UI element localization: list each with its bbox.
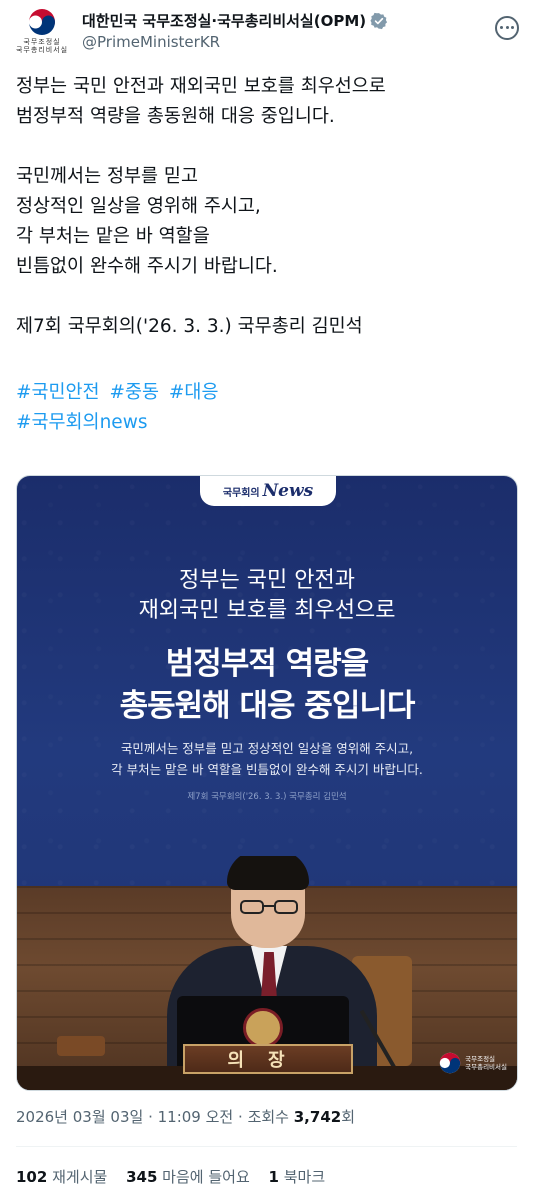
tweet-date[interactable]: 2026년 03월 03일 bbox=[16, 1108, 143, 1126]
taegeuk-emblem-icon bbox=[439, 1052, 461, 1074]
retweets-count: 102 bbox=[16, 1168, 48, 1186]
logo-line-2: 국무총리비서실 bbox=[15, 46, 69, 54]
hashtag-link[interactable]: #중동 bbox=[109, 382, 159, 403]
bookmarks-count: 1 bbox=[268, 1168, 279, 1186]
text-line: 정부는 국민 안전과 재외국민 보호를 최우선으로 bbox=[16, 76, 386, 97]
media-citation: 제7회 국무회의('26. 3. 3.) 국무총리 김민석 bbox=[187, 792, 347, 802]
name-row: 대한민국 국무조정실·국무총리비서실(OPM) bbox=[82, 10, 388, 31]
meeting-photo: 의장 국무조정실 국무총리비서실 bbox=[17, 856, 517, 1090]
media-logo: 국무조정실 국무총리비서실 bbox=[439, 1052, 507, 1074]
news-badge: 국무회의 News bbox=[200, 476, 336, 506]
government-emblem-icon bbox=[243, 1008, 283, 1048]
tweet-header: 국무조정실 국무총리비서실 대한민국 국무조정실·국무총리비서실(OPM) @P… bbox=[0, 0, 533, 62]
gavel bbox=[57, 1036, 105, 1056]
media-headline-1: 범정부적 역량을 bbox=[165, 646, 369, 682]
retweets-label: 재게시물 bbox=[52, 1168, 108, 1186]
tweet-meta: 2026년 03월 03일 · 11:09 오전 · 조회수 3,742회 bbox=[16, 1108, 356, 1126]
badge-prefix: 국무회의 bbox=[222, 487, 260, 499]
nameplate: 의장 bbox=[183, 1044, 353, 1074]
bookmarks-stat[interactable]: 1 북마크 bbox=[269, 1168, 326, 1186]
media-image[interactable]: 국무회의 News 정부는 국민 안전과 재외국민 보호를 최우선으로 범정부적… bbox=[16, 475, 518, 1091]
text-line: 각 부처는 맡은 바 역할을 bbox=[16, 226, 210, 247]
hashtags: #국민안전 #중동 #대응 #국무회의news bbox=[16, 378, 222, 438]
text-line: 국민께서는 정부를 믿고 bbox=[16, 166, 198, 187]
hashtag-link[interactable]: #국무회의news bbox=[16, 412, 147, 433]
account-handle[interactable]: @PrimeMinisterKR bbox=[82, 33, 220, 51]
hashtag-link[interactable]: #국민안전 bbox=[16, 382, 100, 403]
bookmarks-label: 북마크 bbox=[283, 1168, 326, 1186]
text-line: 정상적인 일상을 영위해 주시고, bbox=[16, 196, 261, 217]
text-line: 빈틈없이 완수해 주시기 바랍니다. bbox=[16, 256, 278, 277]
media-logo-line-1: 국무조정실 bbox=[465, 1055, 496, 1063]
tweet-text: 정부는 국민 안전과 재외국민 보호를 최우선으로 범정부적 역량을 총동원해 … bbox=[16, 72, 521, 342]
views-count[interactable]: 3,742 bbox=[294, 1108, 341, 1126]
media-subtext-2: 각 부처는 맡은 바 역할을 빈틈없이 완수해 주시기 바랍니다. bbox=[111, 762, 423, 777]
likes-stat[interactable]: 345 마음에 들어요 bbox=[126, 1168, 250, 1186]
tweet-time[interactable]: 11:09 오전 bbox=[158, 1108, 234, 1126]
glasses-icon bbox=[240, 900, 298, 914]
media-subtext-1: 국민께서는 정부를 믿고 정상적인 일상을 영위해 주시고, bbox=[120, 741, 414, 756]
text-line: 제7회 국무회의('26. 3. 3.) 국무총리 김민석 bbox=[16, 316, 363, 337]
hashtag-link[interactable]: #대응 bbox=[169, 382, 219, 403]
text-line: 범정부적 역량을 총동원해 대응 중입니다. bbox=[16, 106, 335, 127]
taegeuk-emblem-icon bbox=[29, 9, 55, 36]
likes-label: 마음에 들어요 bbox=[162, 1168, 250, 1186]
views-label: 조회수 bbox=[247, 1108, 289, 1126]
views-suffix: 회 bbox=[341, 1108, 356, 1126]
verified-badge-icon[interactable] bbox=[370, 12, 388, 30]
more-options-icon[interactable] bbox=[495, 16, 519, 40]
media-logo-line-2: 국무총리비서실 bbox=[465, 1063, 507, 1071]
media-headline-2: 총동원해 대응 중입니다 bbox=[119, 688, 416, 724]
logo-text: 국무조정실 국무총리비서실 bbox=[14, 38, 70, 54]
divider bbox=[16, 1146, 517, 1147]
logo-line-1: 국무조정실 bbox=[23, 38, 61, 46]
media-line-2: 재외국민 보호를 최우선으로 bbox=[138, 598, 396, 623]
account-avatar[interactable]: 국무조정실 국무총리비서실 bbox=[14, 8, 70, 54]
badge-news: News bbox=[262, 481, 314, 501]
engagement-stats: 102 재게시물 345 마음에 들어요 1 북마크 bbox=[16, 1166, 339, 1187]
likes-count: 345 bbox=[126, 1168, 158, 1186]
media-line-1: 정부는 국민 안전과 bbox=[179, 568, 355, 593]
display-name[interactable]: 대한민국 국무조정실·국무총리비서실(OPM) bbox=[82, 10, 366, 31]
retweets-stat[interactable]: 102 재게시물 bbox=[16, 1168, 107, 1186]
